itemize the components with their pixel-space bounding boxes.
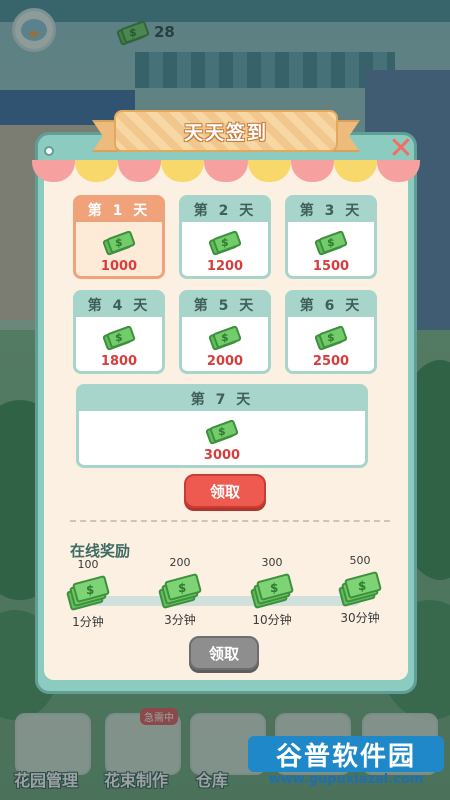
milestone-4[interactable]: 500 $ 30分钟 [330, 554, 390, 626]
milestone-time: 3分钟 [164, 613, 196, 627]
online-progress-bar [90, 596, 360, 606]
milestone-value: 100 [77, 558, 99, 571]
milestone-value: 300 [261, 556, 283, 569]
watermark-logo: 谷普软件园 www.gupuxlazal.com [248, 736, 444, 792]
cash-icon: $ [208, 325, 242, 351]
cash-icon: $ [65, 574, 111, 612]
day-amount: 2000 [206, 354, 244, 369]
day-label: 第 1 天 [76, 198, 162, 222]
panel-pin [44, 146, 54, 156]
milestone-3[interactable]: 300 $ 10分钟 [242, 556, 302, 628]
day-label: 第 5 天 [182, 293, 268, 317]
day-label: 第 6 天 [288, 293, 374, 317]
cash-icon: $ [205, 419, 239, 445]
day-label: 第 7 天 [79, 387, 365, 411]
cash-icon: $ [314, 230, 348, 256]
cash-icon: $ [208, 230, 242, 256]
milestone-time: 1分钟 [72, 615, 104, 629]
claim-signin-button[interactable]: 领取 [184, 474, 266, 508]
day-card-3[interactable]: 第 3 天 $ 1500 [285, 195, 377, 279]
cash-icon: $ [102, 230, 136, 256]
watermark-url: www.gupuxlazal.com [268, 772, 424, 787]
day-card-1[interactable]: 第 1 天 $ 1000 [73, 195, 165, 279]
day-amount: 1000 [100, 259, 138, 274]
day-card-7[interactable]: 第 7 天 $ 3000 [76, 384, 368, 468]
day-label: 第 2 天 [182, 198, 268, 222]
milestone-value: 200 [169, 556, 191, 569]
day-amount: 1200 [206, 259, 244, 274]
day-amount: 1500 [312, 259, 350, 274]
popup-title: 天天签到 [183, 121, 268, 144]
section-divider [70, 520, 390, 522]
title-ribbon: 天天签到 [92, 108, 360, 156]
day-label: 第 3 天 [288, 198, 374, 222]
cash-icon: $ [157, 572, 203, 610]
milestone-2[interactable]: 200 $ 3分钟 [150, 556, 210, 628]
day-label: 第 4 天 [76, 293, 162, 317]
day-amount: 3000 [203, 448, 241, 463]
day-card-4[interactable]: 第 4 天 $ 1800 [73, 290, 165, 374]
milestone-value: 500 [349, 554, 371, 567]
cash-icon: $ [102, 325, 136, 351]
day-amount: 1800 [100, 354, 138, 369]
day-card-6[interactable]: 第 6 天 $ 2500 [285, 290, 377, 374]
day-card-2[interactable]: 第 2 天 $ 1200 [179, 195, 271, 279]
cash-icon: $ [314, 325, 348, 351]
cash-icon: $ [249, 572, 295, 610]
claim-online-button[interactable]: 领取 [189, 636, 259, 670]
milestone-1[interactable]: 100 $ 1分钟 [58, 558, 118, 630]
milestone-time: 10分钟 [252, 613, 292, 627]
watermark-title: 谷普软件园 [248, 736, 444, 772]
milestone-time: 30分钟 [340, 611, 380, 625]
close-icon[interactable]: ✕ [386, 134, 416, 164]
day-amount: 2500 [312, 354, 350, 369]
day-card-5[interactable]: 第 5 天 $ 2000 [179, 290, 271, 374]
cash-icon: $ [337, 570, 383, 608]
panel-awning [32, 160, 420, 186]
